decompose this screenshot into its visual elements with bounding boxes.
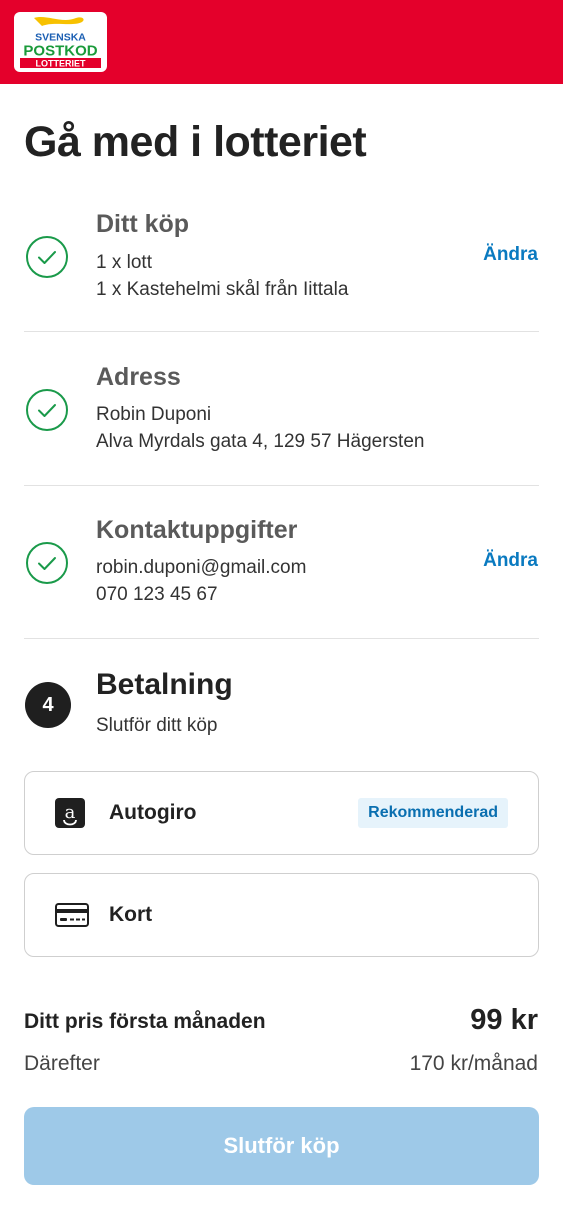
change-purchase-link[interactable]: Ändra [483, 244, 538, 266]
check-circle-icon [26, 389, 68, 431]
check-circle-icon [26, 542, 68, 584]
payment-option-label: Kort [109, 903, 153, 926]
first-month-price-value: 99 kr [470, 1004, 538, 1036]
payment-subtitle: Slutför ditt köp [96, 715, 218, 736]
step-detail: robin.duponi@gmail.com [96, 557, 307, 578]
svg-text:a: a [65, 802, 76, 823]
payment-title: Betalning [96, 668, 233, 701]
divider [24, 485, 539, 486]
payment-option-label: Autogiro [109, 801, 197, 824]
monthly-price-label: Därefter [24, 1052, 100, 1075]
divider [24, 331, 539, 332]
payment-option-card[interactable]: Kort [24, 873, 539, 957]
step-detail: 070 123 45 67 [96, 584, 218, 605]
step-title: Adress [96, 363, 181, 391]
postkodlotteriet-logo[interactable]: SVENSKA POSTKOD LOTTERIET [14, 12, 107, 72]
step-detail: Robin Duponi [96, 404, 212, 425]
step-title: Ditt köp [96, 210, 190, 238]
step-detail: Alva Myrdals gata 4, 129 57 Hägersten [96, 431, 425, 452]
divider [24, 638, 539, 639]
svg-text:LOTTERIET: LOTTERIET [36, 59, 86, 69]
step-title: Kontaktuppgifter [96, 516, 298, 544]
step-number-badge: 4 [25, 682, 71, 728]
svg-text:POSTKOD: POSTKOD [23, 43, 97, 60]
page-title: Gå med i lotteriet [24, 118, 367, 166]
app-header: SVENSKA POSTKOD LOTTERIET [0, 0, 563, 84]
complete-purchase-button[interactable]: Slutför köp [24, 1107, 539, 1185]
step-detail: 1 x lott [96, 252, 152, 273]
change-contact-link[interactable]: Ändra [483, 550, 538, 572]
recommended-badge: Rekommenderad [358, 798, 508, 828]
monthly-price-value: 170 kr/månad [409, 1052, 538, 1075]
autogiro-icon: a [55, 798, 85, 828]
credit-card-icon [55, 903, 89, 927]
first-month-price-label: Ditt pris första månaden [24, 1010, 266, 1033]
step-detail: 1 x Kastehelmi skål från Iittala [96, 279, 349, 300]
check-circle-icon [26, 236, 68, 278]
payment-option-autogiro[interactable]: a Autogiro Rekommenderad [24, 771, 539, 855]
